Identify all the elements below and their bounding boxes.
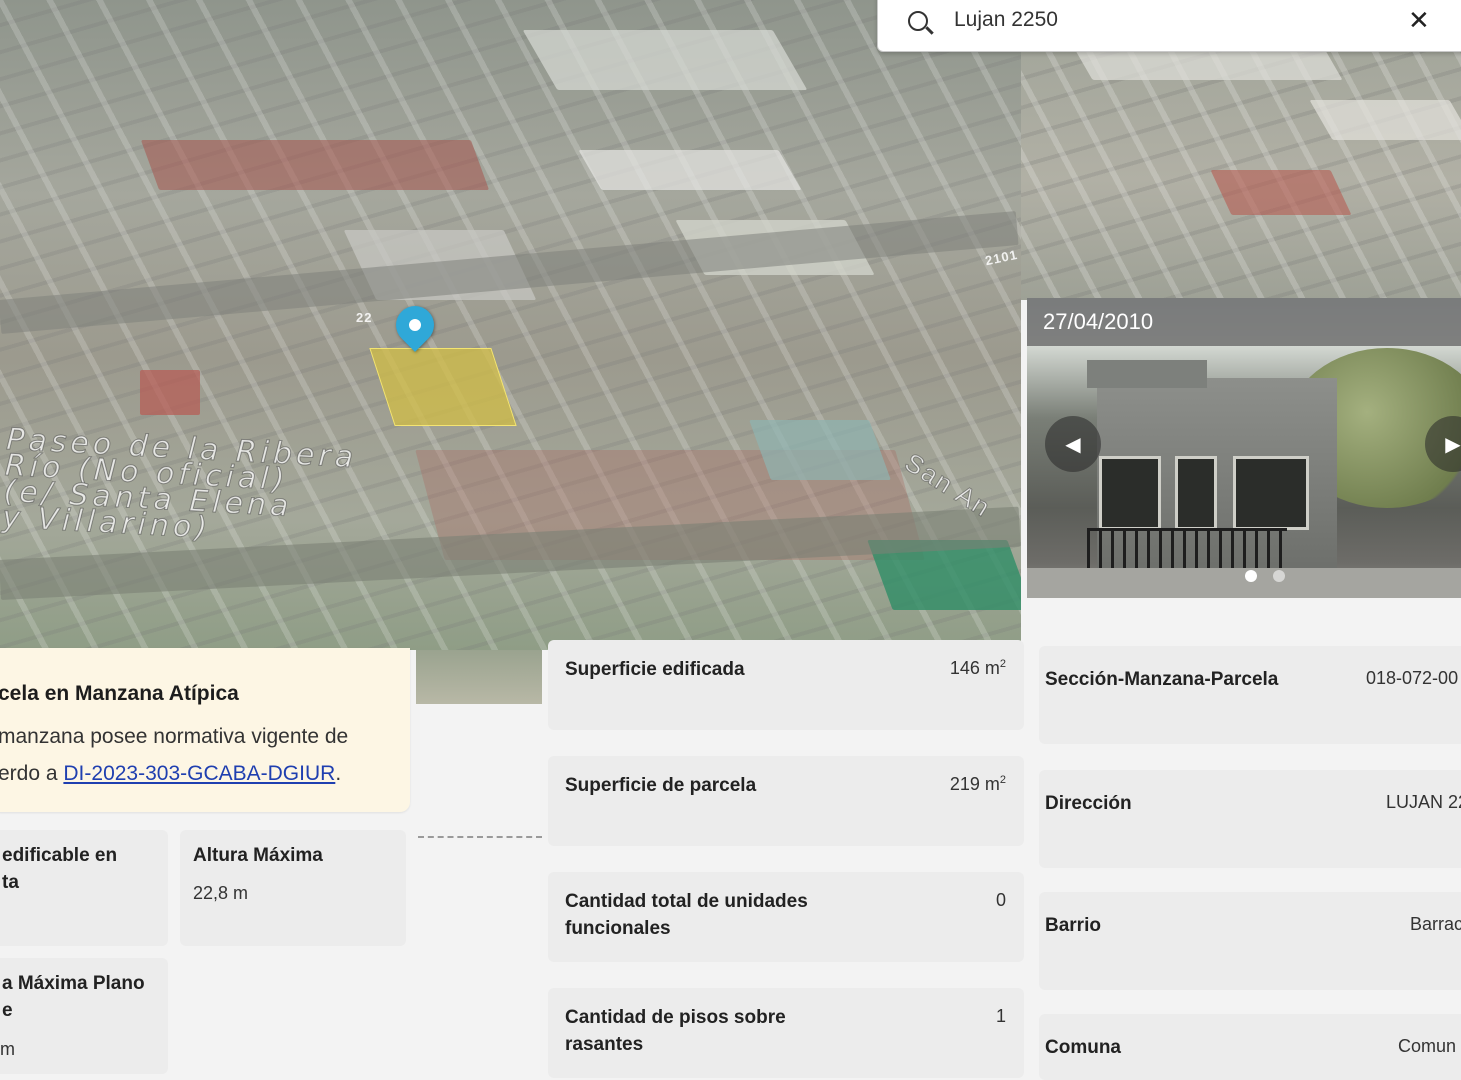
card-label: edificable en ta (2, 845, 118, 893)
search-input[interactable] (952, 7, 1376, 33)
map-block (749, 420, 891, 480)
card-value: 146 m2 (950, 658, 1006, 679)
info-card: Superficie de parcela 219 m2 (548, 756, 1024, 846)
search-bar: ✕ (877, 0, 1461, 52)
close-icon[interactable]: ✕ (1408, 5, 1430, 36)
carousel-dot[interactable] (1273, 570, 1285, 582)
card-label: Dirección (1045, 793, 1132, 814)
alert-title: cela en Manzana Atípica (0, 682, 239, 705)
card-value: Comun (1398, 1036, 1457, 1056)
map-block (140, 140, 490, 190)
map-block (140, 370, 200, 415)
info-card: a Máxima Plano e m (0, 958, 168, 1074)
photo-window (1099, 456, 1161, 530)
card-label: Barrio (1045, 915, 1101, 936)
alert-body-line: manzana posee normativa vigente de (0, 725, 349, 748)
card-value-number: 146 m (949, 658, 1000, 678)
regulation-link[interactable]: DI-2023-303-GCABA-DGIUR (63, 762, 335, 785)
card-label: Cantidad total de unidades funcionales (565, 891, 808, 939)
card-label: Sección-Manzana-Parcela (1045, 669, 1279, 690)
card-label: Cantidad de pisos sobre rasantes (565, 1007, 786, 1055)
card-label: a Máxima Plano e (2, 973, 145, 1021)
card-label: Comuna (1045, 1037, 1121, 1058)
info-card: Altura Máxima 22,8 m (180, 830, 406, 946)
photo-sidewalk (1027, 568, 1461, 598)
photo-date: 27/04/2010 (1043, 309, 1154, 334)
card-value-unit-exponent: 2 (999, 658, 1006, 670)
alert-body-prefix: erdo a (0, 762, 64, 785)
photo-header: 27/04/2010 (1027, 298, 1461, 346)
photo-house-roof (1087, 360, 1207, 388)
card-value: 1 (995, 1006, 1006, 1026)
photo-window (1233, 456, 1309, 530)
photo-window (1175, 456, 1217, 530)
area-label: Paseo de la Ribera Río (No oficial) (e/ … (1, 421, 359, 546)
map-block (522, 30, 808, 90)
street-photo: 27/04/2010 ◀ ▶ (1027, 298, 1461, 598)
card-label: Altura Máxima (193, 845, 323, 866)
card-value: LUJAN 22 (1386, 792, 1461, 812)
card-value: 22,8 m (193, 883, 249, 903)
card-value-unit-exponent: 2 (999, 774, 1006, 786)
info-card: Cantidad total de unidades funcionales 0 (548, 872, 1024, 962)
photo-prev-button[interactable]: ◀ (1045, 416, 1101, 472)
atypical-block-alert: cela en Manzana Atípica manzana posee no… (0, 648, 410, 812)
info-card: Comuna Comun (1039, 1014, 1461, 1080)
carousel-dot-active[interactable] (1245, 570, 1257, 582)
map-block (1309, 100, 1461, 140)
info-card: Cantidad de pisos sobre rasantes 1 (548, 988, 1024, 1078)
info-card: Dirección LUJAN 22 (1039, 770, 1461, 868)
info-card: Superficie edificada 146 m2 (548, 640, 1024, 730)
info-card: Sección-Manzana-Parcela 018-072-00 (1039, 646, 1461, 744)
alert-body-suffix: . (335, 762, 342, 785)
card-value: 0 (995, 890, 1006, 910)
card-value: Barrac (1410, 914, 1461, 934)
card-label: Superficie de parcela (565, 775, 757, 796)
location-pin-icon[interactable] (388, 298, 442, 352)
map-block (578, 150, 802, 190)
aerial-map-strip (416, 650, 542, 704)
aerial-map[interactable]: 22 2101 Paseo de la Ribera Río (No ofici… (0, 0, 1021, 650)
alert-body-line: erdo a DI-2023-303-GCABA-DGIUR. (0, 755, 418, 792)
street-label: 22 (356, 310, 373, 325)
card-value: 219 m2 (950, 774, 1006, 795)
alert-body: manzana posee normativa vigente de erdo … (0, 718, 418, 792)
map-block (1210, 170, 1352, 215)
selected-parcel[interactable] (369, 348, 517, 426)
card-value: m (0, 1039, 15, 1059)
card-value: 018-072-00 (1366, 668, 1459, 688)
info-card: edificable en ta (0, 830, 168, 946)
card-label: Superficie edificada (565, 659, 745, 680)
photo-fence (1087, 528, 1287, 571)
info-card: Barrio Barrac (1039, 892, 1461, 990)
dashed-divider (418, 836, 542, 838)
search-icon[interactable] (908, 11, 928, 31)
street-label: 2101 (983, 246, 1020, 269)
card-value-number: 219 m (949, 774, 1000, 794)
